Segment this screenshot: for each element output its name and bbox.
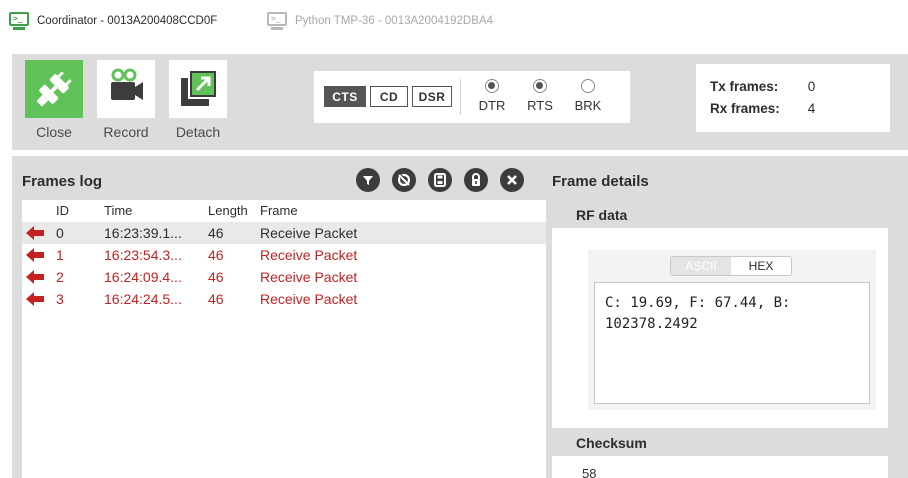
serial-lines-panel: CTS CD DSR DTR RTS BRK bbox=[314, 71, 630, 123]
frame-id: 2 bbox=[56, 269, 64, 285]
tx-frames-label: Tx frames: bbox=[710, 79, 779, 94]
frame-type: Receive Packet bbox=[260, 225, 358, 241]
disconnect-plug-icon bbox=[25, 60, 83, 118]
ascii-mode-button[interactable]: ASCII bbox=[671, 257, 731, 275]
rts-label: RTS bbox=[527, 98, 553, 113]
rts-toggle[interactable]: RTS bbox=[520, 79, 560, 113]
frames-log-list[interactable]: ID Time Length Frame 0 16:23:39.1... 46 … bbox=[22, 200, 546, 478]
frame-id: 0 bbox=[56, 225, 64, 241]
tab-label: Python TMP-36 - 0013A2004192DBA4 bbox=[295, 15, 493, 27]
ascii-hex-toggle[interactable]: ASCII HEX bbox=[670, 256, 792, 276]
table-row[interactable]: 3 16:24:24.5... 46 Receive Packet bbox=[22, 288, 546, 310]
frame-length: 46 bbox=[208, 269, 224, 285]
checksum-value: 58 bbox=[582, 466, 597, 478]
rx-frames-value: 4 bbox=[807, 101, 816, 116]
brk-label: BRK bbox=[574, 98, 602, 113]
record-label: Record bbox=[103, 124, 149, 140]
terminal-monitor-icon: >_ bbox=[8, 11, 30, 31]
frame-id: 3 bbox=[56, 291, 64, 307]
tx-frames-row: Tx frames: 0 bbox=[710, 76, 890, 98]
radio-selected-icon bbox=[533, 79, 547, 93]
dsr-indicator: DSR bbox=[412, 86, 452, 107]
column-header-frame[interactable]: Frame bbox=[260, 203, 298, 218]
frame-type: Receive Packet bbox=[260, 291, 358, 307]
rf-data-text[interactable]: C: 19.69, F: 67.44, B: 102378.2492 bbox=[594, 282, 870, 404]
radio-unselected-icon bbox=[581, 79, 595, 93]
tx-frames-value: 0 bbox=[807, 79, 816, 94]
tab-bar: >_ Coordinator - 0013A200408CCD0F >_ Pyt… bbox=[0, 0, 908, 44]
close-button[interactable]: Close bbox=[24, 60, 84, 140]
table-row[interactable]: 2 16:24:09.4... 46 Receive Packet bbox=[22, 266, 546, 288]
console-body: Frames log Frame details ID Time Length … bbox=[12, 156, 908, 478]
table-row[interactable]: 1 16:23:54.3... 46 Receive Packet bbox=[22, 244, 546, 266]
checksum-section-header: Checksum bbox=[552, 428, 888, 456]
frame-time: 16:24:24.5... bbox=[104, 291, 182, 307]
frame-details-panel: RF data ASCII HEX C: 19.69, F: 67.44, B:… bbox=[552, 200, 888, 478]
received-arrow-icon bbox=[26, 226, 44, 240]
frame-details-title: Frame details bbox=[552, 173, 649, 190]
column-header-time[interactable]: Time bbox=[104, 203, 132, 218]
dtr-label: DTR bbox=[478, 98, 506, 113]
brk-toggle[interactable]: BRK bbox=[568, 79, 608, 113]
save-icon[interactable] bbox=[428, 168, 452, 192]
cts-indicator: CTS bbox=[324, 86, 366, 107]
dtr-toggle[interactable]: DTR bbox=[472, 79, 512, 113]
detach-label: Detach bbox=[175, 124, 221, 140]
frame-type: Receive Packet bbox=[260, 269, 358, 285]
frame-time: 16:24:09.4... bbox=[104, 269, 182, 285]
cd-indicator: CD bbox=[370, 86, 408, 107]
tab-python-tmp36[interactable]: >_ Python TMP-36 - 0013A2004192DBA4 bbox=[266, 10, 493, 32]
received-arrow-icon bbox=[26, 270, 44, 284]
rf-data-box: ASCII HEX C: 19.69, F: 67.44, B: 102378.… bbox=[588, 250, 876, 410]
frame-length: 46 bbox=[208, 291, 224, 307]
frame-length: 46 bbox=[208, 247, 224, 263]
frames-log-title: Frames log bbox=[22, 173, 103, 190]
frame-length: 46 bbox=[208, 225, 224, 241]
record-button[interactable]: Record bbox=[96, 60, 156, 140]
lock-icon[interactable] bbox=[464, 168, 488, 192]
frame-time: 16:23:54.3... bbox=[104, 247, 182, 263]
table-row[interactable]: 0 16:23:39.1... 46 Receive Packet bbox=[22, 222, 546, 244]
console-toolbar: Close Record Detach CTS CD DSR DTR RTS B… bbox=[12, 54, 908, 150]
tab-label: Coordinator - 0013A200408CCD0F bbox=[37, 15, 218, 27]
column-header-id[interactable]: ID bbox=[56, 203, 69, 218]
video-camera-icon bbox=[97, 60, 155, 118]
divider bbox=[460, 79, 461, 115]
rx-frames-row: Rx frames: 4 bbox=[710, 98, 890, 120]
detach-window-icon bbox=[169, 60, 227, 118]
received-arrow-icon bbox=[26, 248, 44, 262]
filter-icon[interactable] bbox=[356, 168, 380, 192]
reset-icon[interactable] bbox=[392, 168, 416, 192]
radio-selected-icon bbox=[485, 79, 499, 93]
frame-time: 16:23:39.1... bbox=[104, 225, 182, 241]
detach-button[interactable]: Detach bbox=[168, 60, 228, 140]
frames-log-header: ID Time Length Frame bbox=[22, 200, 546, 220]
rf-data-section-header: RF data bbox=[552, 200, 888, 228]
close-label: Close bbox=[36, 124, 72, 140]
received-arrow-icon bbox=[26, 292, 44, 306]
frame-id: 1 bbox=[56, 247, 64, 263]
hex-mode-button[interactable]: HEX bbox=[731, 257, 791, 275]
frame-counters: Tx frames: 0 Rx frames: 4 bbox=[696, 64, 890, 132]
rx-frames-label: Rx frames: bbox=[710, 101, 780, 116]
tab-coordinator[interactable]: >_ Coordinator - 0013A200408CCD0F bbox=[8, 10, 217, 32]
column-header-length[interactable]: Length bbox=[208, 203, 248, 218]
clear-icon[interactable] bbox=[500, 168, 524, 192]
terminal-monitor-icon: >_ bbox=[266, 11, 288, 31]
frame-type: Receive Packet bbox=[260, 247, 358, 263]
